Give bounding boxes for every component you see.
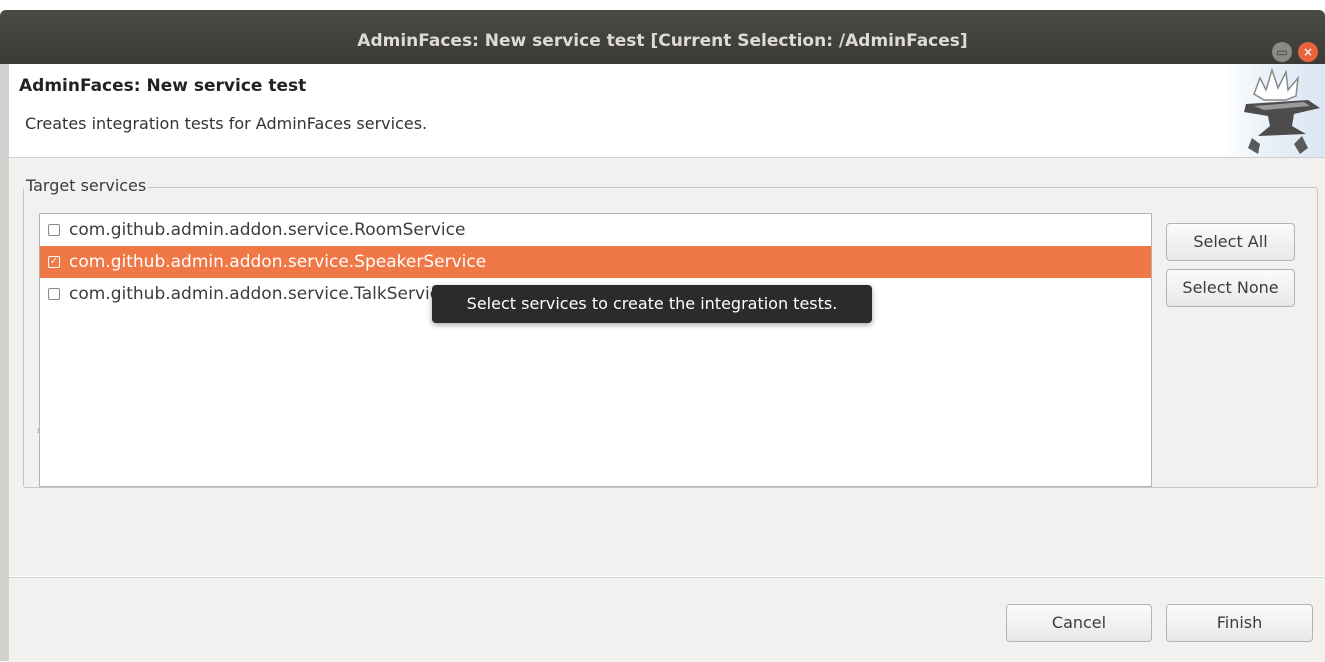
checkbox[interactable] [48,224,60,236]
wizard-banner: AdminFaces: New service test Creates int… [9,64,1325,158]
cancel-button[interactable]: Cancel [1006,604,1152,642]
desktop-top-strip [0,0,1325,10]
anvil-icon [1224,64,1325,157]
maximize-icon[interactable]: ▭ [1272,42,1292,62]
wizard-title: AdminFaces: New service test [19,76,307,96]
wizard-content: Target services * com.github.admin.addon… [9,158,1325,576]
service-list-item[interactable]: ✓ com.github.admin.addon.service.Speaker… [40,246,1151,278]
wizard-description: Creates integration tests for AdminFaces… [25,114,428,133]
tooltip: Select services to create the integratio… [432,285,872,323]
checkbox-checked[interactable]: ✓ [48,256,60,268]
select-none-button[interactable]: Select None [1166,269,1295,307]
wizard-footer: Cancel Finish [9,577,1325,662]
window-left-edge [0,64,9,661]
service-label: com.github.admin.addon.service.SpeakerSe… [69,252,487,272]
close-icon[interactable]: × [1298,42,1318,62]
finish-button[interactable]: Finish [1166,604,1313,642]
service-list-item[interactable]: com.github.admin.addon.service.RoomServi… [40,214,1151,246]
services-list[interactable]: com.github.admin.addon.service.RoomServi… [39,213,1152,487]
window-title: AdminFaces: New service test [Current Se… [357,31,968,51]
select-all-button[interactable]: Select All [1166,223,1295,261]
service-label: com.github.admin.addon.service.TalkServi… [69,284,450,304]
target-services-legend: Target services [24,176,149,195]
window-titlebar[interactable]: AdminFaces: New service test [Current Se… [0,10,1325,64]
checkbox[interactable] [48,288,60,300]
service-label: com.github.admin.addon.service.RoomServi… [69,220,466,240]
